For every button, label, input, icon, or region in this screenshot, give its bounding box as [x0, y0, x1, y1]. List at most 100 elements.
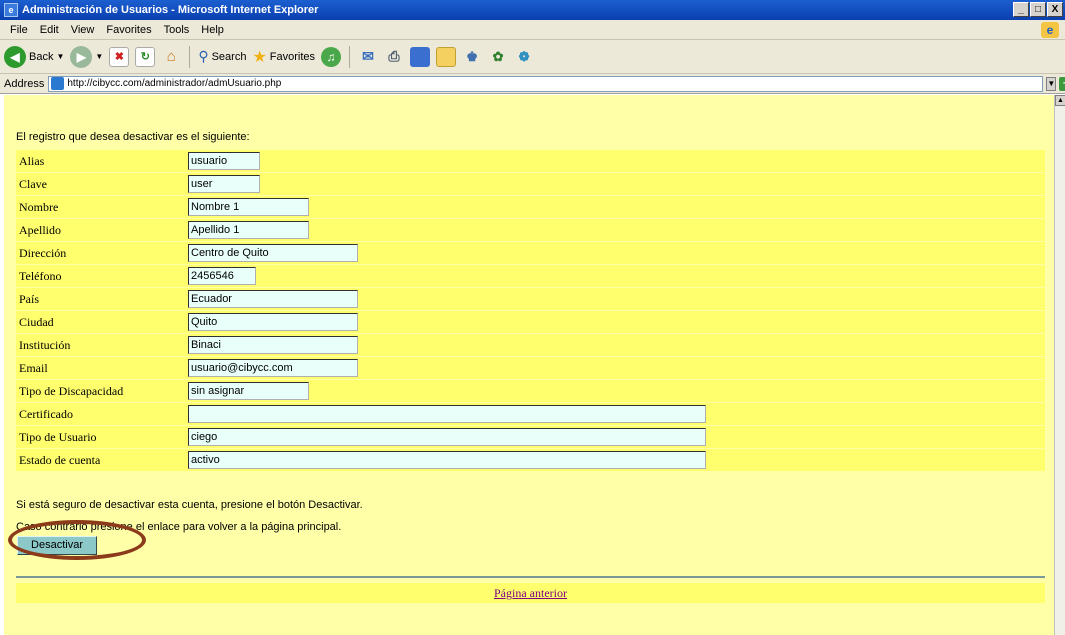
password-field[interactable]: [188, 175, 260, 193]
form-row-direccion: Dirección: [16, 242, 1045, 265]
first-name-field[interactable]: [188, 198, 309, 216]
form-row-estado: Estado de cuenta: [16, 449, 1045, 472]
minimize-button[interactable]: _: [1013, 2, 1029, 17]
certificate-field[interactable]: [188, 405, 706, 423]
field-label: Institución: [19, 337, 71, 352]
user-type-field[interactable]: [188, 428, 706, 446]
edit-icon[interactable]: [410, 46, 431, 67]
print-icon[interactable]: ⎙: [384, 47, 404, 67]
ie-window-icon: e: [4, 3, 18, 17]
confirm-instruction: Si está seguro de desactivar esta cuenta…: [16, 499, 363, 511]
deactivate-button[interactable]: Desactivar: [17, 536, 97, 555]
field-label: Apellido: [19, 222, 61, 237]
messenger-icon[interactable]: ✿: [488, 47, 508, 67]
favorites-star-icon: ★: [252, 48, 267, 66]
forward-dropdown-icon[interactable]: ▼: [95, 52, 103, 61]
menu-edit[interactable]: Edit: [34, 24, 65, 36]
address-bar: Address http://cibycc.com/administrador/…: [0, 74, 1065, 94]
research-icon[interactable]: ♚: [462, 47, 482, 67]
intro-text: El registro que desea desactivar es el s…: [16, 131, 250, 143]
disability-type-field[interactable]: [188, 382, 309, 400]
form-row-nombre: Nombre: [16, 196, 1045, 219]
menu-file[interactable]: File: [4, 24, 34, 36]
form-row-certificado: Certificado: [16, 403, 1045, 426]
user-record-form: Alias Clave Nombre Apellido Dirección Te…: [16, 150, 1045, 472]
form-row-apellido: Apellido: [16, 219, 1045, 242]
form-row-email: Email: [16, 357, 1045, 380]
maximize-button[interactable]: □: [1030, 2, 1046, 17]
forward-button[interactable]: ▶ ▼: [70, 45, 103, 68]
account-status-field[interactable]: [188, 451, 706, 469]
media-icon[interactable]: ♫: [321, 46, 342, 67]
field-label: País: [19, 291, 40, 306]
search-icon: ⚲: [198, 48, 209, 64]
field-label: Tipo de Usuario: [19, 429, 97, 444]
form-row-tipo-usuario: Tipo de Usuario: [16, 426, 1045, 449]
home-icon[interactable]: ⌂: [161, 47, 181, 67]
previous-page-link[interactable]: Página anterior: [494, 586, 567, 600]
title-bar: e Administración de Usuarios - Microsoft…: [0, 0, 1065, 20]
toolbar: ◀ Back ▼ ▶ ▼ ✖ ↻ ⌂ ⚲ Search ★ Favorites …: [0, 40, 1065, 74]
address-input[interactable]: http://cibycc.com/administrador/admUsuar…: [48, 75, 1044, 92]
window-controls: _ □ X: [1013, 2, 1063, 17]
address-url: http://cibycc.com/administrador/admUsuar…: [67, 78, 282, 89]
mail-icon[interactable]: ✉: [358, 47, 378, 67]
field-label: Tipo de Discapacidad: [19, 383, 124, 398]
field-label: Ciudad: [19, 314, 54, 329]
search-button[interactable]: ⚲ Search: [198, 48, 246, 65]
email-field[interactable]: [188, 359, 358, 377]
go-button[interactable]: ➜ Go: [1059, 76, 1065, 91]
page-icon: [51, 77, 65, 90]
last-name-field[interactable]: [188, 221, 309, 239]
form-row-pais: País: [16, 288, 1045, 311]
folder-icon[interactable]: [436, 46, 457, 67]
back-arrow-icon: ◀: [4, 45, 26, 68]
menu-view[interactable]: View: [65, 24, 101, 36]
menu-tools[interactable]: Tools: [158, 24, 196, 36]
field-label: Email: [19, 360, 48, 375]
windows-logo-icon: e: [1041, 22, 1059, 38]
cancel-instruction: Caso contrario presione el enlace para v…: [16, 521, 342, 533]
back-dropdown-icon[interactable]: ▼: [56, 52, 64, 61]
go-arrow-icon: ➜: [1059, 76, 1065, 91]
back-label: Back: [29, 50, 54, 63]
scroll-up-icon[interactable]: ▲: [1055, 95, 1065, 106]
city-field[interactable]: [188, 313, 358, 331]
address-field[interactable]: [188, 244, 358, 262]
back-button[interactable]: ◀ Back ▼: [4, 45, 64, 68]
page-content: El registro que desea desactivar es el s…: [4, 95, 1054, 635]
refresh-icon[interactable]: ↻: [135, 46, 156, 67]
form-row-telefono: Teléfono: [16, 265, 1045, 288]
menu-bar: File Edit View Favorites Tools Help e: [0, 20, 1065, 40]
form-row-alias: Alias: [16, 150, 1045, 173]
close-button[interactable]: X: [1047, 2, 1063, 17]
tools-icon[interactable]: ❁: [514, 47, 534, 67]
form-row-institucion: Institución: [16, 334, 1045, 357]
phone-field[interactable]: [188, 267, 256, 285]
country-field[interactable]: [188, 290, 358, 308]
address-label: Address: [4, 77, 45, 90]
institution-field[interactable]: [188, 336, 358, 354]
vertical-scrollbar[interactable]: ▲: [1054, 95, 1065, 635]
favorites-button[interactable]: ★ Favorites: [252, 47, 315, 67]
form-row-ciudad: Ciudad: [16, 311, 1045, 334]
field-label: Dirección: [19, 245, 67, 260]
toolbar-separator: [349, 45, 351, 68]
stop-icon[interactable]: ✖: [109, 46, 130, 67]
menu-favorites[interactable]: Favorites: [100, 24, 157, 36]
footer-bar: Página anterior: [16, 583, 1045, 603]
field-label: Alias: [19, 153, 45, 168]
form-row-clave: Clave: [16, 173, 1045, 196]
favorites-label: Favorites: [269, 50, 316, 63]
window-title: Administración de Usuarios - Microsoft I…: [22, 4, 319, 16]
field-label: Estado de cuenta: [19, 452, 101, 467]
field-label: Certificado: [19, 406, 73, 421]
alias-field[interactable]: [188, 152, 260, 170]
form-row-discapacidad: Tipo de Discapacidad: [16, 380, 1045, 403]
address-dropdown-icon[interactable]: ▼: [1046, 76, 1057, 91]
divider: [16, 576, 1045, 578]
search-label: Search: [211, 50, 247, 63]
menu-help[interactable]: Help: [195, 24, 230, 36]
toolbar-separator: [189, 45, 191, 68]
forward-arrow-icon: ▶: [70, 45, 93, 68]
